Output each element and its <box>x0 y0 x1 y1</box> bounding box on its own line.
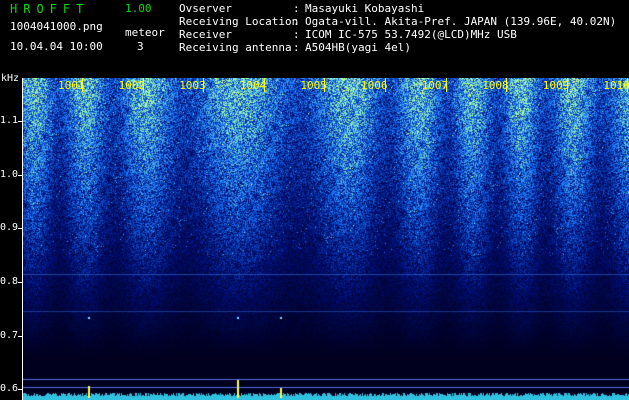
y-tick-mark <box>18 281 22 283</box>
mode-label: meteor <box>125 26 165 39</box>
x-tick-label: 1006 <box>361 79 388 92</box>
info-key-antenna: Receiving antenna <box>179 41 292 54</box>
x-tick-label: 1004 <box>239 79 267 92</box>
x-tick-label: 1007 <box>421 79 449 92</box>
y-tick-label: 0.7 <box>0 329 19 341</box>
y-tick-label: 1.1 <box>0 114 19 126</box>
spectrogram-canvas <box>22 78 629 400</box>
app-version: 1.00 <box>125 2 152 15</box>
x-tick-label: 1005 <box>300 79 327 92</box>
y-axis-line <box>22 78 23 400</box>
info-key-location: Receiving Location <box>179 15 299 28</box>
info-separator: : <box>293 15 300 28</box>
y-tick-mark <box>18 335 22 337</box>
hrofft-window: HROFFT 1.00 1004041000.png meteor 10.04.… <box>0 0 629 400</box>
x-tick-label: 1008 <box>482 79 509 92</box>
app-name: HROFFT <box>10 2 90 16</box>
x-tick-label: 1002 <box>118 79 146 92</box>
y-tick-mark <box>18 174 22 176</box>
meteor-count: 3 <box>137 40 144 53</box>
x-tick-label: 1001 <box>58 79 85 92</box>
info-key-receiver: Receiver <box>179 28 232 41</box>
info-separator: : <box>293 41 300 54</box>
y-tick-label: 0.8 <box>0 275 19 287</box>
x-tick-label: 1010 <box>603 79 629 92</box>
x-tick-label: 1009 <box>542 79 570 92</box>
info-value-observer: Masayuki Kobayashi <box>305 2 425 15</box>
x-tick-label: 1003 <box>179 79 206 92</box>
y-axis-unit: kHz <box>1 73 20 84</box>
info-key-observer: Ovserver <box>179 2 232 15</box>
info-separator: : <box>293 28 300 41</box>
file-name: 1004041000.png <box>10 20 103 33</box>
y-tick-mark <box>18 389 22 391</box>
info-value-antenna: A504HB(yagi 4el) <box>305 41 411 54</box>
y-tick-label: 1.0 <box>0 168 19 180</box>
info-value-receiver: ICOM IC-575 53.7492(@LCD)MHz USB <box>305 28 517 41</box>
y-tick-mark <box>18 228 22 230</box>
date-time: 10.04.04 10:00 <box>10 40 103 53</box>
y-tick-mark <box>18 120 22 122</box>
y-tick-label: 0.9 <box>0 222 19 234</box>
info-value-location: Ogata-vill. Akita-Pref. JAPAN (139.96E, … <box>305 15 617 28</box>
info-separator: : <box>293 2 300 15</box>
y-tick-label: 0.6 <box>0 383 19 395</box>
